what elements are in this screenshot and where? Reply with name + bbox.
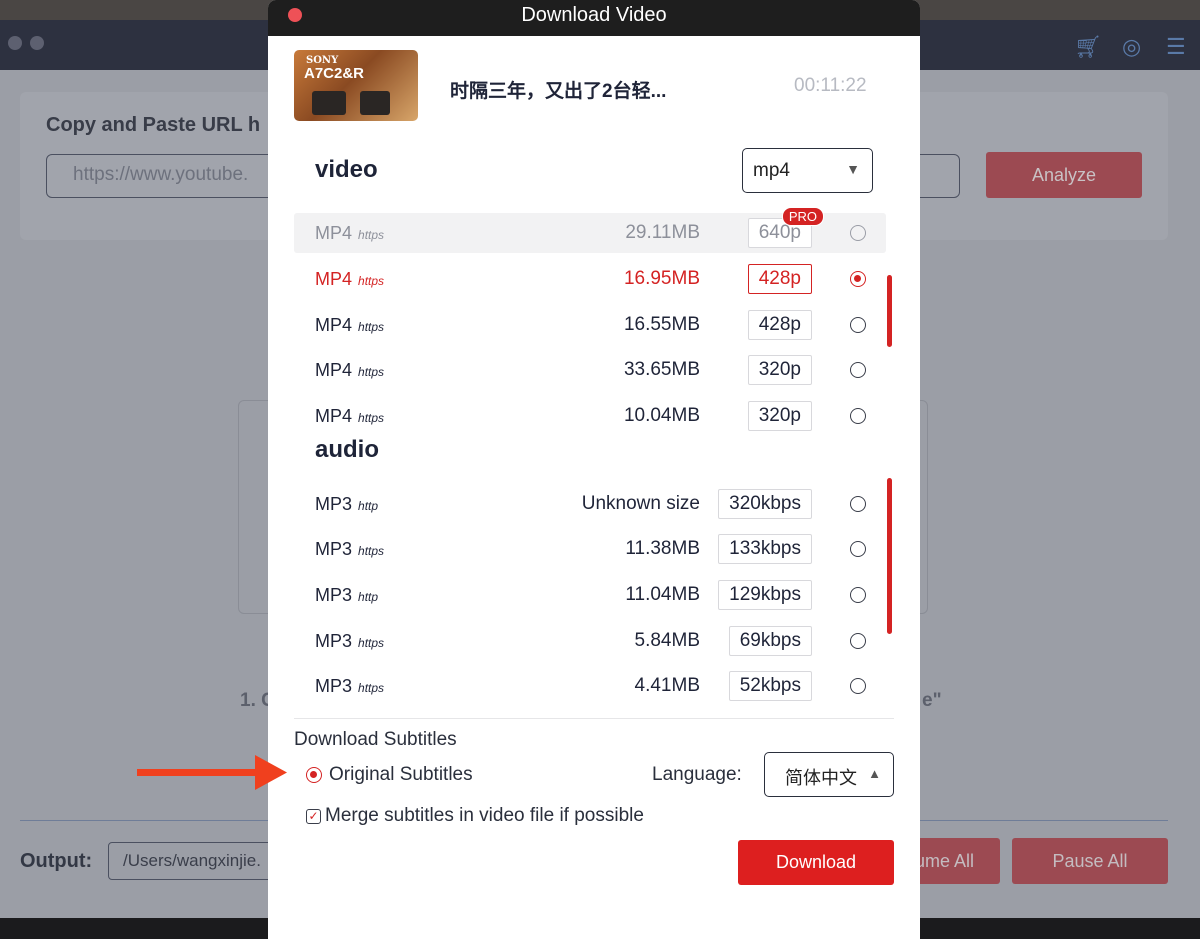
video-thumbnail: SONY A7C2&R bbox=[294, 50, 418, 121]
video-option-row[interactable]: MP4 https 29.11MB 640p PRO bbox=[294, 207, 886, 253]
chevron-up-icon: ▲ bbox=[868, 766, 881, 781]
file-size: 29.11MB bbox=[625, 222, 700, 243]
audio-option-row[interactable]: MP3 http 11.04MB 129kbps bbox=[294, 575, 886, 615]
format-label: MP4 https bbox=[315, 360, 385, 380]
file-size: 16.55MB bbox=[623, 314, 700, 335]
audio-option-row[interactable]: MP3 https 4.41MB 52kbps bbox=[294, 666, 886, 706]
original-subtitles-radio[interactable]: Original Subtitles bbox=[306, 764, 473, 786]
format-select[interactable]: mp4 ▼ bbox=[742, 148, 873, 193]
video-option-row[interactable]: MP4 https 33.65MB 320p bbox=[294, 350, 886, 390]
quality-badge: 129kbps bbox=[718, 580, 812, 610]
dialog-title: Download Video bbox=[521, 4, 667, 26]
option-radio[interactable] bbox=[850, 633, 866, 649]
url-title: Copy and Paste URL h bbox=[46, 114, 261, 136]
window-control[interactable] bbox=[8, 36, 22, 50]
quality-badge: 133kbps bbox=[718, 534, 812, 564]
video-scrollbar[interactable] bbox=[887, 275, 892, 347]
option-radio[interactable] bbox=[850, 271, 866, 287]
file-size: 10.04MB bbox=[623, 405, 700, 426]
audio-scrollbar[interactable] bbox=[887, 478, 892, 634]
menu-icon[interactable]: ☰ bbox=[1166, 34, 1186, 60]
download-button[interactable]: Download bbox=[738, 840, 894, 885]
format-label: MP3 http bbox=[315, 494, 379, 514]
audio-option-row[interactable]: MP3 https 11.38MB 133kbps bbox=[294, 529, 886, 569]
option-radio[interactable] bbox=[850, 317, 866, 333]
video-option-row[interactable]: MP4 https 16.95MB 428p bbox=[294, 259, 886, 299]
quality-badge: 428p bbox=[747, 264, 812, 294]
chevron-down-icon: ▼ bbox=[846, 161, 860, 177]
audio-option-row[interactable]: MP3 https 5.84MB 69kbps bbox=[294, 621, 886, 661]
quality-badge: 320p bbox=[747, 401, 812, 431]
video-title: 时隔三年，又出了2台轻... bbox=[450, 81, 667, 102]
option-radio[interactable] bbox=[850, 678, 866, 694]
quality-badge: 52kbps bbox=[728, 671, 812, 701]
download-video-dialog: Download Video SONY A7C2&R 时隔三年，又出了2台轻..… bbox=[268, 0, 920, 939]
video-option-row[interactable]: MP4 https 16.55MB 428p bbox=[294, 305, 886, 345]
hint-text-end: e" bbox=[922, 690, 942, 711]
window-control[interactable] bbox=[30, 36, 44, 50]
format-label: MP3 https bbox=[315, 676, 385, 696]
file-size: 4.41MB bbox=[634, 675, 700, 696]
option-radio[interactable] bbox=[850, 496, 866, 512]
annotation-arrow-icon bbox=[137, 755, 287, 790]
close-button[interactable] bbox=[288, 8, 302, 22]
pro-badge: PRO bbox=[781, 207, 824, 226]
option-radio[interactable] bbox=[850, 541, 866, 557]
quality-badge: 428p bbox=[747, 310, 812, 340]
file-size: 11.38MB bbox=[625, 538, 700, 559]
quality-badge: 320p bbox=[747, 355, 812, 385]
format-label: MP3 https bbox=[315, 539, 385, 559]
language-select[interactable]: 简体中文 ▲ bbox=[764, 752, 894, 797]
pause-all-button[interactable]: Pause All bbox=[1012, 838, 1168, 884]
radio-selected-icon bbox=[306, 767, 322, 783]
language-label: Language: bbox=[652, 764, 742, 785]
format-label: MP4 https bbox=[315, 315, 385, 335]
option-radio[interactable] bbox=[850, 587, 866, 603]
quality-badge: 320kbps bbox=[718, 489, 812, 519]
checkmark-icon: ✓ bbox=[306, 808, 321, 824]
merge-subtitles-checkbox[interactable]: ✓ Merge subtitles in video file if possib… bbox=[306, 805, 644, 827]
account-icon[interactable]: ◎ bbox=[1122, 34, 1141, 60]
output-label: Output: bbox=[20, 850, 93, 872]
option-radio[interactable] bbox=[850, 362, 866, 378]
dialog-titlebar: Download Video bbox=[268, 0, 920, 36]
format-label: MP4 https bbox=[315, 406, 385, 426]
video-duration: 00:11:22 bbox=[794, 75, 867, 96]
cart-icon[interactable]: 🛒︎ bbox=[1074, 34, 1102, 60]
option-radio[interactable] bbox=[850, 225, 866, 241]
file-size: Unknown size bbox=[581, 493, 700, 514]
format-label: MP4 https bbox=[315, 223, 385, 243]
option-radio[interactable] bbox=[850, 408, 866, 424]
file-size: 33.65MB bbox=[623, 359, 700, 380]
quality-badge: 69kbps bbox=[728, 626, 812, 656]
video-option-row[interactable]: MP4 https 10.04MB 320p bbox=[294, 396, 886, 436]
file-size: 11.04MB bbox=[625, 584, 700, 605]
file-size: 5.84MB bbox=[634, 630, 700, 651]
video-section-heading: video bbox=[315, 156, 378, 183]
subtitles-heading: Download Subtitles bbox=[294, 729, 457, 750]
file-size: 16.95MB bbox=[623, 268, 700, 289]
analyze-button[interactable]: Analyze bbox=[986, 152, 1142, 198]
divider bbox=[294, 718, 894, 719]
audio-section-heading: audio bbox=[315, 436, 379, 463]
format-label: MP4 https bbox=[315, 269, 385, 289]
audio-option-row[interactable]: MP3 http Unknown size 320kbps bbox=[294, 484, 886, 524]
format-label: MP3 http bbox=[315, 585, 379, 605]
format-label: MP3 https bbox=[315, 631, 385, 651]
